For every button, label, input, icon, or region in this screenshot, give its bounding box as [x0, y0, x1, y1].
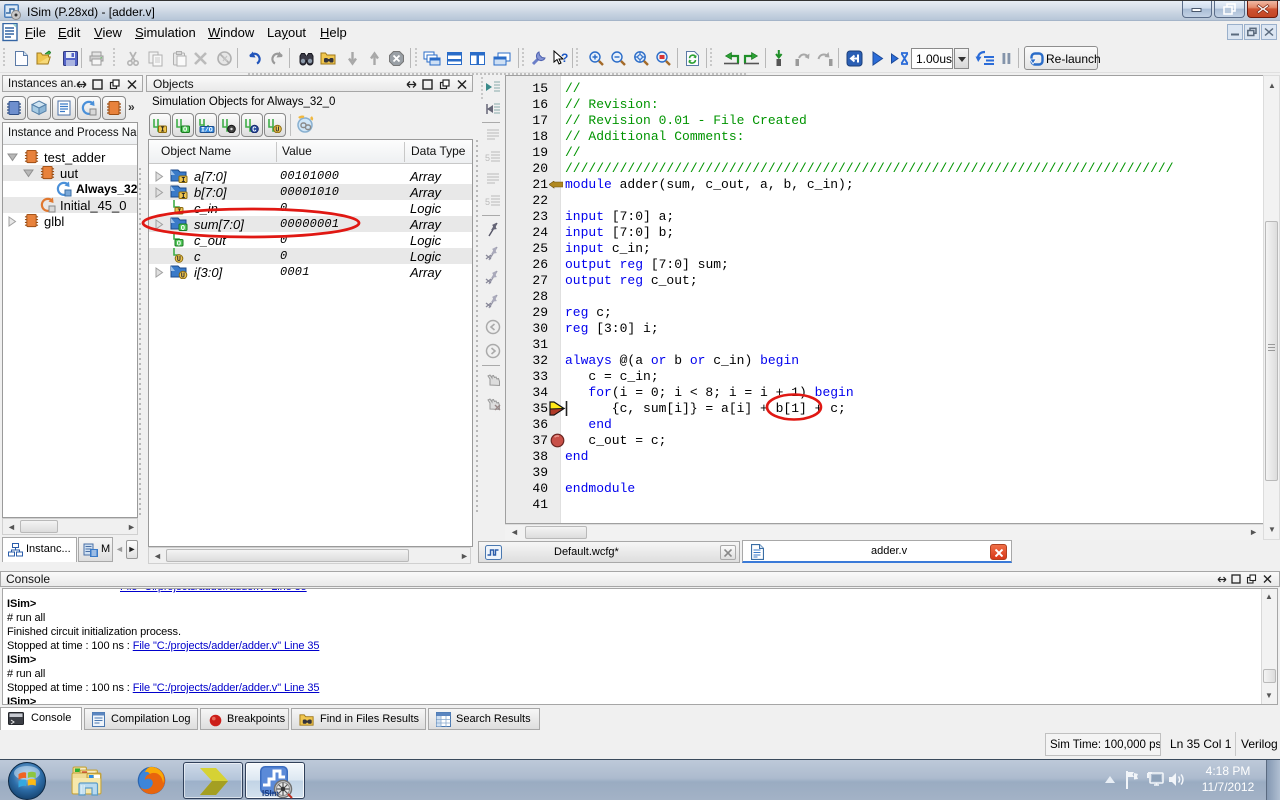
svg-text:I: I	[181, 177, 185, 183]
svg-text:U: U	[177, 256, 181, 263]
svg-text:I: I	[181, 193, 185, 199]
svg-text:?: ?	[561, 51, 568, 65]
svg-text:5: 5	[485, 153, 490, 163]
svg-text:I: I	[161, 127, 165, 133]
svg-text:U: U	[181, 273, 185, 279]
svg-text:C: C	[252, 127, 256, 133]
svg-text:5: 5	[485, 197, 490, 207]
svg-text:U: U	[275, 127, 279, 133]
svg-text:I/O: I/O	[201, 127, 213, 133]
svg-text:ISIm: ISIm	[262, 789, 279, 798]
svg-text:O: O	[183, 127, 187, 133]
svg-text:O: O	[177, 240, 181, 247]
